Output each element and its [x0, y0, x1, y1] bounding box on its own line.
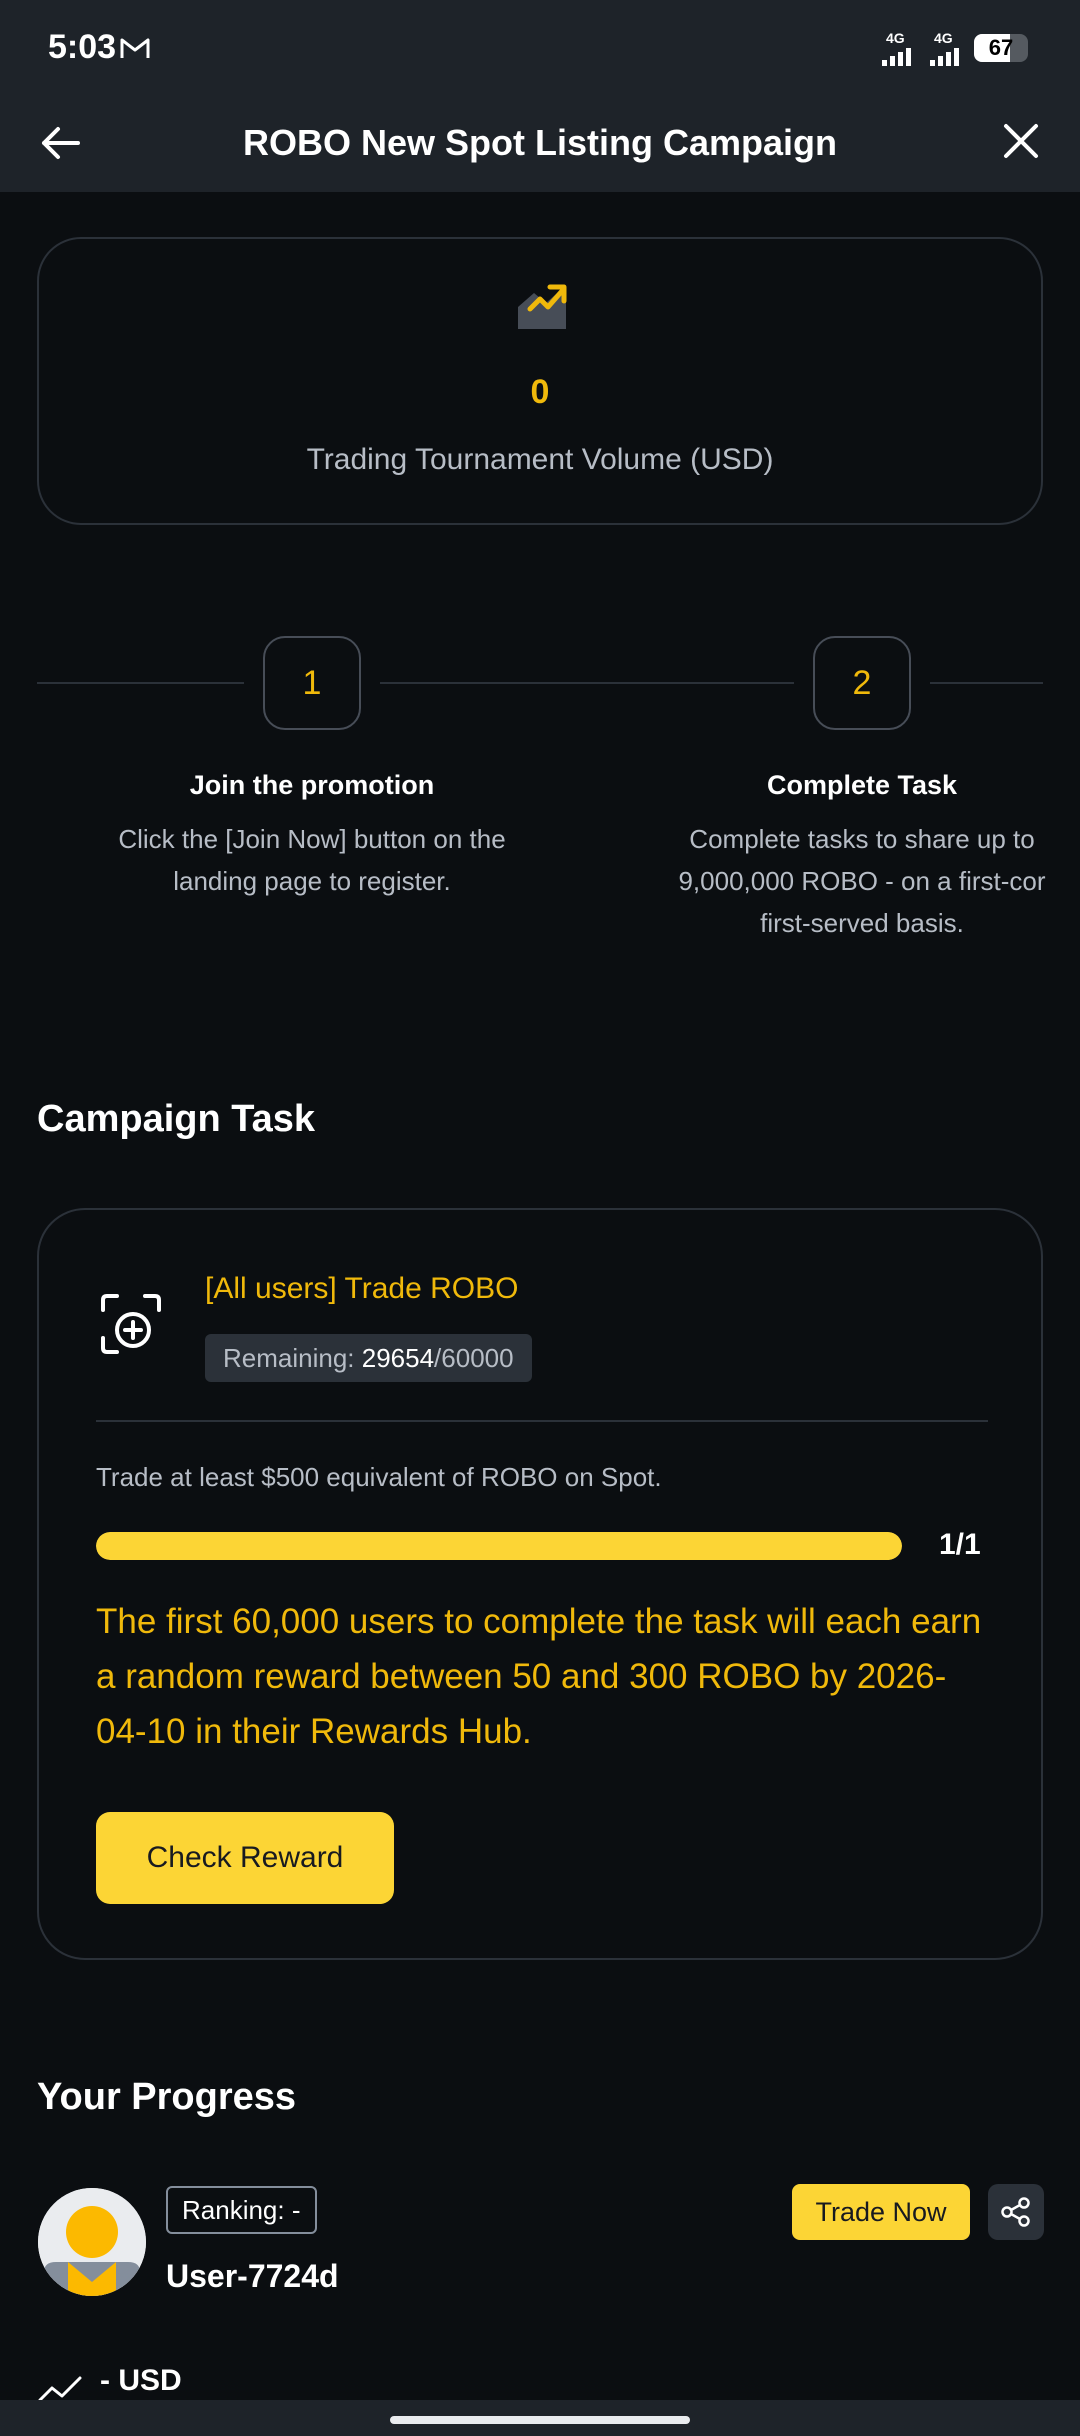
- step-description-2: Complete tasks to share up to 9,000,000 …: [678, 824, 1046, 938]
- campaign-task-heading: Campaign Task: [37, 1098, 316, 1140]
- step-number-2: 2: [813, 636, 911, 730]
- remaining-badge: Remaining: 29654/60000: [205, 1334, 532, 1382]
- task-requirement: Trade at least $500 equivalent of ROBO o…: [96, 1462, 662, 1492]
- share-button[interactable]: [988, 2184, 1044, 2240]
- task-card: [All users] Trade ROBO Remaining: 29654/…: [37, 1208, 1043, 1960]
- gesture-bar: [0, 2400, 1080, 2436]
- page-title: ROBO New Spot Listing Campaign: [242, 122, 838, 163]
- your-progress-heading: Your Progress: [37, 2076, 297, 2118]
- task-title: [All users] Trade ROBO: [205, 1272, 519, 1305]
- remaining-total: /60000: [434, 1343, 514, 1373]
- volume-value: 0: [530, 373, 550, 411]
- task-progress-fill: [96, 1532, 902, 1560]
- signal-label: 4G: [934, 30, 953, 46]
- battery-level: 67: [988, 35, 1014, 60]
- status-bar: 5:03 4G 4G 67: [0, 0, 1080, 96]
- task-note: The first 60,000 users to complete the t…: [96, 1602, 982, 1751]
- status-time: 5:03: [48, 28, 117, 66]
- usd-value: - USD: [100, 2364, 182, 2397]
- battery-icon: 67: [974, 34, 1028, 62]
- close-icon[interactable]: [998, 118, 1044, 164]
- trade-now-button[interactable]: Trade Now: [792, 2184, 970, 2240]
- signal-icon: 4G: [882, 30, 920, 66]
- avatar: [38, 2188, 146, 2296]
- step-number-1: 1: [263, 636, 361, 730]
- step-description-1: Click the [Join Now] button on the landi…: [118, 824, 506, 896]
- step-title-1: Join the promotion: [189, 770, 435, 800]
- step-connector: [930, 682, 1043, 684]
- signal-icon: 4G: [930, 30, 968, 66]
- task-progress-bar: [96, 1532, 902, 1560]
- volume-label: Trading Tournament Volume (USD): [306, 443, 774, 476]
- remaining-label: Remaining:: [223, 1343, 362, 1373]
- remaining-current: 29654: [361, 1343, 435, 1373]
- signal-label: 4G: [886, 30, 905, 46]
- nav-bar: ROBO New Spot Listing Campaign: [0, 96, 1080, 192]
- step-connector: [37, 682, 244, 684]
- step-title-2: Complete Task: [766, 770, 958, 800]
- volume-card: 0 Trading Tournament Volume (USD): [37, 237, 1043, 525]
- check-reward-button[interactable]: Check Reward: [96, 1812, 394, 1904]
- divider: [96, 1420, 988, 1422]
- arrow-left-icon[interactable]: [36, 118, 86, 168]
- username: User-7724d: [166, 2258, 339, 2294]
- task-progress-text: 1/1: [939, 1528, 981, 1561]
- trend-up-chart-icon: [518, 284, 567, 329]
- share-icon: [1001, 2197, 1030, 2227]
- avatar-icon: [38, 2188, 146, 2296]
- target-scan-icon: [101, 1294, 161, 1354]
- step-connector: [380, 682, 794, 684]
- ranking-badge: Ranking: -: [166, 2186, 317, 2234]
- home-indicator[interactable]: [390, 2416, 690, 2424]
- gmail-icon: [120, 38, 150, 58]
